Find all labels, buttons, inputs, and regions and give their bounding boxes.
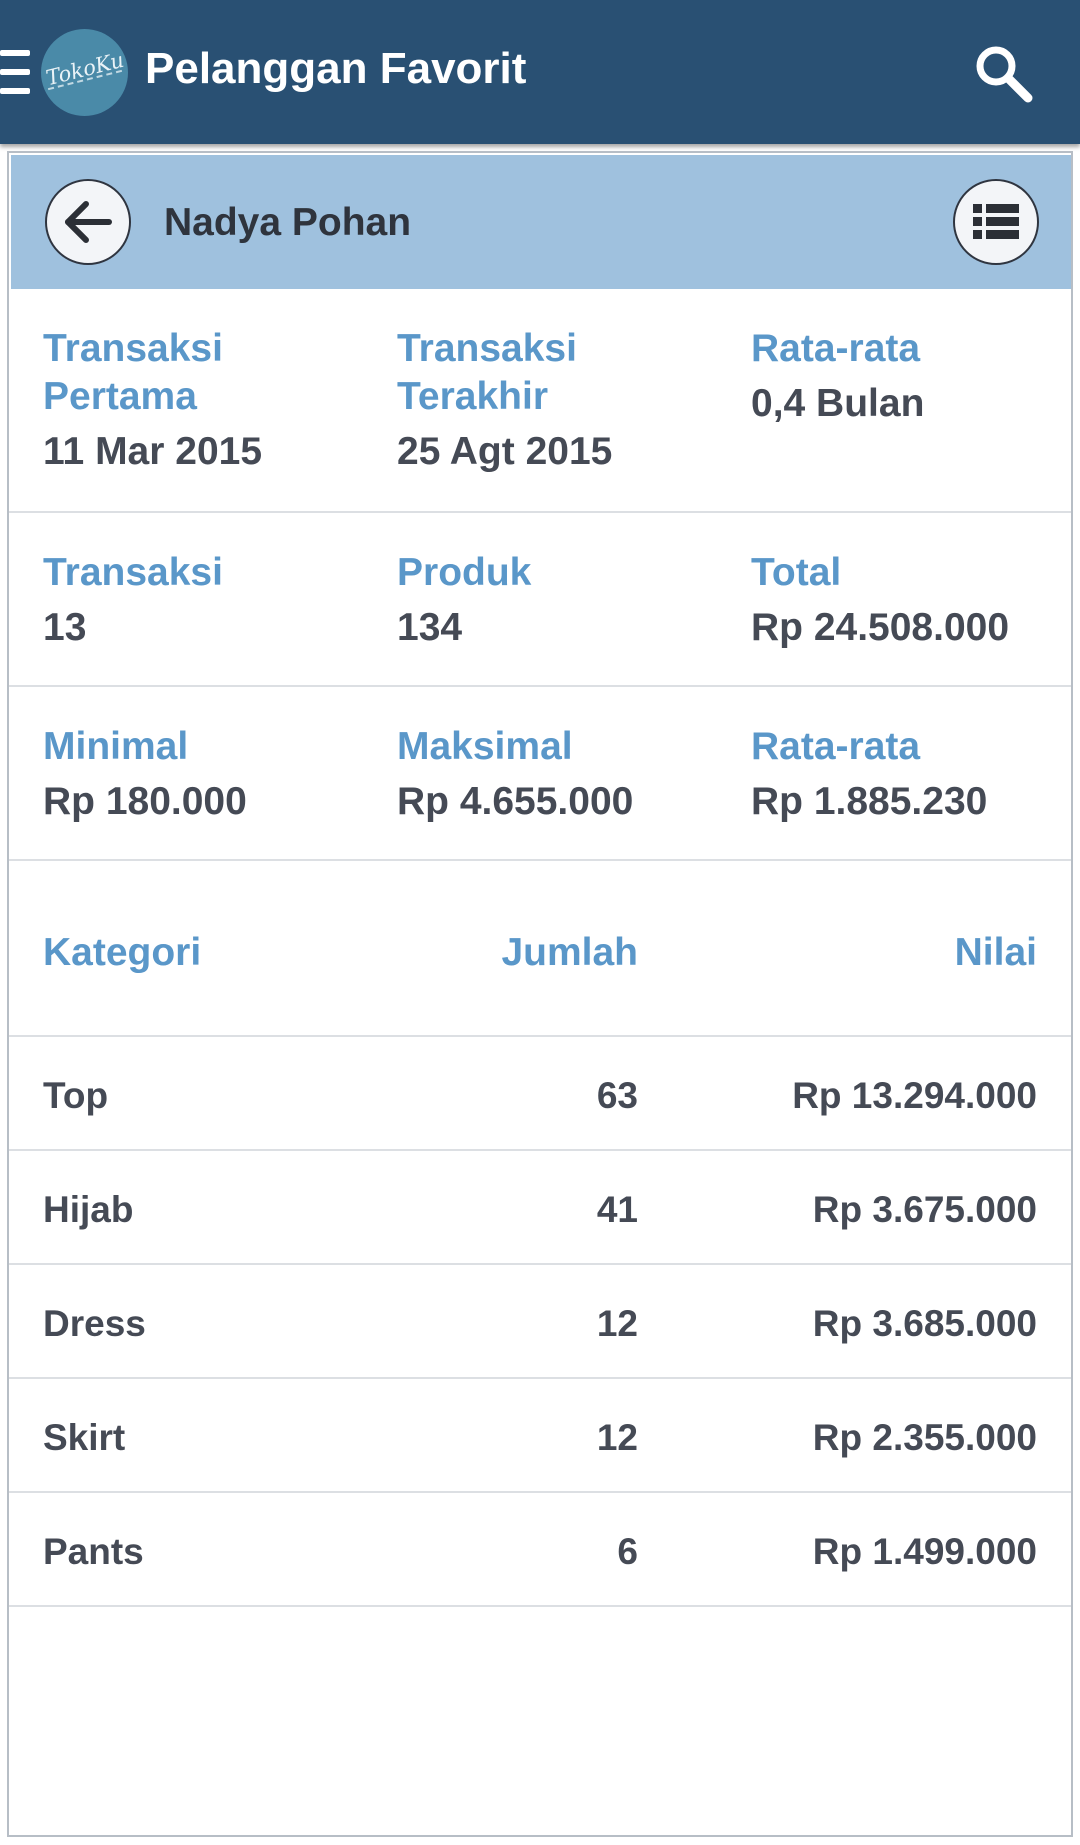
- app-bar: TokoKu Pelanggan Favorit: [0, 0, 1080, 144]
- column-header-category: Kategori: [43, 931, 202, 974]
- category-quantity: 63: [596, 1075, 638, 1116]
- table-row[interactable]: Hijab 41 Rp 3.675.000: [9, 1151, 1071, 1265]
- category-quantity: 12: [596, 1303, 638, 1344]
- detail-header: Nadya Pohan: [11, 155, 1071, 289]
- category-name: Pants: [43, 1531, 144, 1572]
- category-table-header: Kategori Jumlah Nilai: [9, 859, 1071, 1037]
- category-value: Rp 13.294.000: [792, 1075, 1037, 1116]
- category-name: Top: [43, 1075, 109, 1116]
- stats-row-amounts: Minimal Rp 180.000 Maksimal Rp 4.655.000…: [9, 687, 1071, 861]
- table-row[interactable]: Pants 6 Rp 1.499.000: [9, 1493, 1071, 1607]
- customer-name: Nadya Pohan: [164, 201, 412, 244]
- category-quantity: 41: [596, 1189, 638, 1230]
- stat-first-transaction: Transaksi Pertama 11 Mar 2015: [43, 325, 363, 476]
- stat-value: Rp 180.000: [43, 780, 247, 823]
- back-arrow-icon: [65, 201, 112, 243]
- search-icon[interactable]: [972, 42, 1036, 106]
- stat-value: Rp 1.885.230: [751, 780, 988, 823]
- stat-label: Rata-rata: [751, 725, 921, 768]
- stat-average-amount: Rata-rata Rp 1.885.230: [751, 723, 1071, 826]
- stat-label: Produk: [397, 551, 532, 594]
- customer-detail-card: Nadya Pohan Transaksi Pertama 11 Mar 201…: [7, 151, 1073, 1837]
- category-value: Rp 3.675.000: [812, 1189, 1037, 1230]
- stat-value: 0,4 Bulan: [751, 382, 925, 425]
- stats-row-totals: Transaksi 13 Produk 134 Total Rp 24.508.…: [9, 513, 1071, 687]
- category-name: Hijab: [43, 1189, 134, 1230]
- stat-maximum: Maksimal Rp 4.655.000: [397, 723, 717, 826]
- stat-transactions: Transaksi 13: [43, 549, 363, 652]
- stat-value: 13: [43, 606, 87, 649]
- column-header-value: Nilai: [954, 931, 1037, 974]
- category-value: Rp 3.685.000: [812, 1303, 1037, 1344]
- stats-row-dates: Transaksi Pertama 11 Mar 2015 Transaksi …: [9, 289, 1071, 513]
- stat-label: Transaksi Terakhir: [397, 327, 577, 418]
- back-button[interactable]: [45, 179, 131, 265]
- stat-value: 11 Mar 2015: [43, 430, 263, 473]
- stat-value: Rp 24.508.000: [751, 606, 1010, 649]
- app-title: Pelanggan Favorit: [145, 44, 527, 93]
- stat-label: Total: [751, 551, 842, 594]
- table-row[interactable]: Top 63 Rp 13.294.000: [9, 1037, 1071, 1151]
- category-name: Skirt: [43, 1417, 126, 1458]
- list-icon: [973, 204, 1019, 239]
- stat-value: 134: [397, 606, 463, 649]
- stat-minimum: Minimal Rp 180.000: [43, 723, 363, 826]
- menu-icon[interactable]: [0, 48, 30, 96]
- stat-label: Rata-rata: [751, 327, 921, 370]
- category-value: Rp 1.499.000: [812, 1531, 1037, 1572]
- stat-products: Produk 134: [397, 549, 717, 652]
- category-quantity: 12: [596, 1417, 638, 1458]
- list-view-button[interactable]: [953, 179, 1039, 265]
- stat-value: 25 Agt 2015: [397, 430, 613, 473]
- category-quantity: 6: [617, 1531, 638, 1572]
- stat-average-interval: Rata-rata 0,4 Bulan: [751, 325, 1071, 428]
- stat-label: Transaksi Pertama: [43, 327, 223, 418]
- stat-label: Maksimal: [397, 725, 573, 768]
- table-row[interactable]: Skirt 12 Rp 2.355.000: [9, 1379, 1071, 1493]
- app-logo: TokoKu: [41, 29, 128, 116]
- category-name: Dress: [43, 1303, 146, 1344]
- stat-total: Total Rp 24.508.000: [751, 549, 1071, 652]
- table-row[interactable]: Dress 12 Rp 3.685.000: [9, 1265, 1071, 1379]
- category-value: Rp 2.355.000: [812, 1417, 1037, 1458]
- column-header-quantity: Jumlah: [501, 931, 638, 974]
- stat-value: Rp 4.655.000: [397, 780, 634, 823]
- stat-label: Transaksi: [43, 551, 223, 594]
- stat-label: Minimal: [43, 725, 189, 768]
- stat-last-transaction: Transaksi Terakhir 25 Agt 2015: [397, 325, 717, 476]
